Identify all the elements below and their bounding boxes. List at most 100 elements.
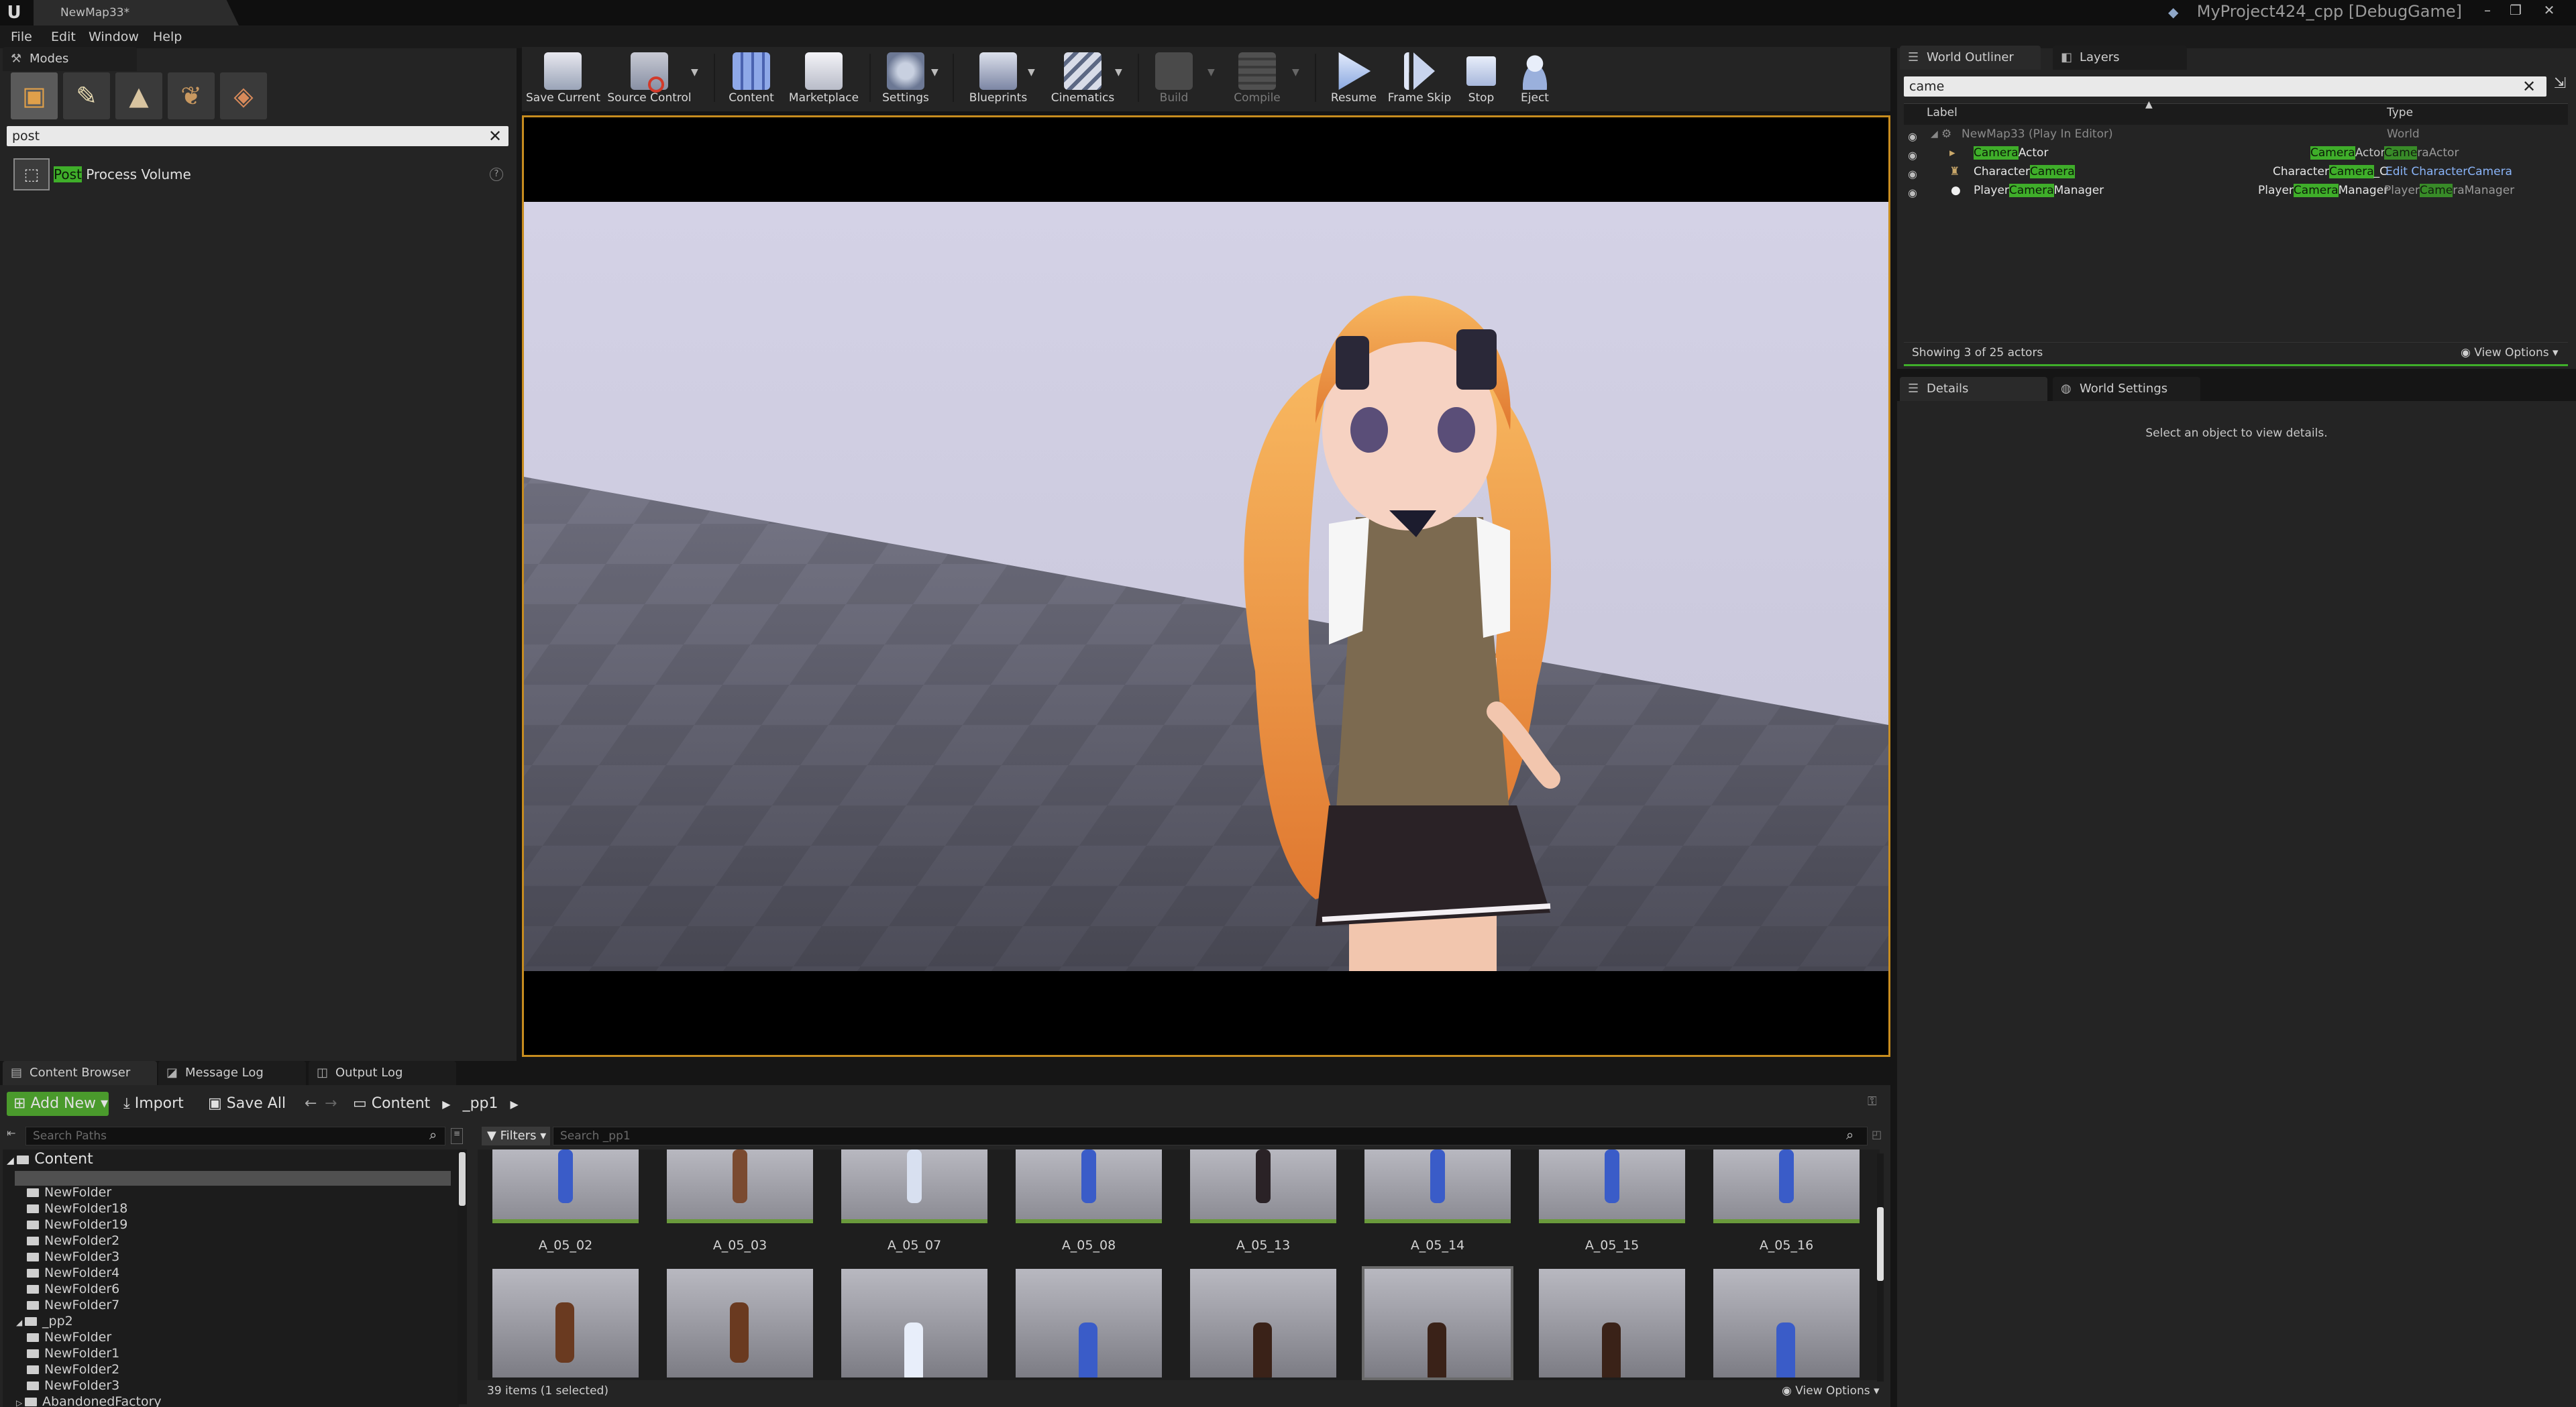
tree-item-folder[interactable]: NewFolder xyxy=(27,1329,111,1345)
viewport-scene[interactable] xyxy=(524,202,1888,971)
asset-thumbnail[interactable] xyxy=(841,1149,987,1223)
selected-folder-row[interactable] xyxy=(15,1171,451,1186)
blueprints-dropdown-icon[interactable]: ▼ xyxy=(1028,67,1035,78)
save-current-button[interactable]: Save Current xyxy=(526,47,600,109)
settings-button[interactable]: Settings xyxy=(875,47,936,109)
tree-item-folder[interactable]: NewFolder18 xyxy=(27,1200,127,1217)
search-paths-input[interactable]: Search Paths xyxy=(25,1127,445,1145)
place-mode-button[interactable]: ▣ xyxy=(11,72,58,119)
lock-icon[interactable]: ⚿ xyxy=(1868,1094,1877,1109)
toggle-sources-icon[interactable]: ⇤ xyxy=(7,1127,16,1140)
breadcrumb-content[interactable]: Content xyxy=(372,1095,431,1112)
column-type[interactable]: Type xyxy=(2387,106,2413,119)
tree-item-folder[interactable]: NewFolder3 xyxy=(27,1377,119,1394)
tab-modes[interactable]: ⚒ Modes xyxy=(3,47,137,71)
restore-icon[interactable]: ❐ xyxy=(2502,1,2529,21)
blueprints-button[interactable]: Blueprints xyxy=(958,47,1038,109)
tree-item-folder[interactable]: NewFolder3 xyxy=(27,1249,119,1265)
tab-message-log[interactable]: ◪ Message Log xyxy=(158,1061,306,1085)
build-dropdown-icon[interactable]: ▼ xyxy=(1208,67,1215,78)
tab-content-browser[interactable]: ▤ Content Browser xyxy=(3,1061,157,1085)
compile-button[interactable]: Compile xyxy=(1222,47,1292,109)
asset-view-options-button[interactable]: ◉ View Options ▾ xyxy=(1782,1384,1880,1398)
content-button[interactable]: Content xyxy=(719,47,784,109)
asset-thumbnail[interactable] xyxy=(492,1269,639,1377)
resume-button[interactable]: Resume xyxy=(1320,47,1387,109)
asset-thumbnail[interactable] xyxy=(1713,1149,1860,1223)
stop-button[interactable]: Stop xyxy=(1453,47,1509,109)
cinematics-button[interactable]: Cinematics xyxy=(1045,47,1120,109)
marketplace-button[interactable]: Marketplace xyxy=(784,47,864,109)
tree-item-abandoned-factory[interactable]: ▷ AbandonedFactory xyxy=(16,1394,162,1407)
asset-thumbnail[interactable] xyxy=(1190,1269,1336,1377)
menu-help[interactable]: Help xyxy=(153,25,182,48)
asset-thumbnail[interactable] xyxy=(1539,1269,1685,1377)
tree-item-folder[interactable]: NewFolder1 xyxy=(27,1345,119,1361)
edit-blueprint-link[interactable]: Edit CharacterCamera xyxy=(2385,162,2512,181)
tree-item-folder[interactable]: NewFolder19 xyxy=(27,1217,127,1233)
filters-button[interactable]: ▼ Filters ▾ xyxy=(482,1127,550,1145)
tree-item-folder[interactable]: NewFolder7 xyxy=(27,1297,119,1313)
minimize-icon[interactable]: – xyxy=(2474,1,2501,21)
build-button[interactable]: Build xyxy=(1143,47,1205,109)
visibility-icon[interactable]: ◉ xyxy=(1908,184,1917,203)
menu-window[interactable]: Window xyxy=(89,25,139,48)
eject-button[interactable]: Eject xyxy=(1507,47,1563,109)
breadcrumb-pp1[interactable]: _pp1 xyxy=(463,1095,498,1112)
tree-item-folder[interactable]: NewFolder xyxy=(27,1184,111,1200)
tree-item-folder[interactable]: NewFolder4 xyxy=(27,1265,119,1281)
outliner-row-player-camera-manager[interactable]: ◉ ● PlayerCameraManager PlayerCameraMana… xyxy=(1904,181,2575,200)
asset-thumbnail[interactable] xyxy=(1713,1269,1860,1377)
compile-dropdown-icon[interactable]: ▼ xyxy=(1292,67,1299,78)
asset-thumbnail[interactable] xyxy=(667,1269,813,1377)
landscape-mode-button[interactable]: ▲ xyxy=(115,72,162,119)
help-icon[interactable]: ? xyxy=(490,168,503,181)
outliner-row-character-camera[interactable]: ◉ ♜ CharacterCamera CharacterCamera_C Ed… xyxy=(1904,162,2575,181)
asset-thumbnail[interactable] xyxy=(841,1269,987,1377)
asset-scrollbar[interactable] xyxy=(1877,1153,1884,1382)
forward-icon[interactable]: → xyxy=(325,1092,337,1116)
save-all-button[interactable]: ▣ Save All xyxy=(208,1092,286,1116)
asset-thumbnail[interactable] xyxy=(667,1149,813,1223)
save-search-icon[interactable]: ◰ xyxy=(1872,1128,1882,1141)
clear-search-icon[interactable]: ✕ xyxy=(2517,76,2541,97)
tab-output-log[interactable]: ◫ Output Log xyxy=(309,1061,456,1085)
close-icon[interactable]: ✕ xyxy=(2536,1,2563,21)
tab-world-outliner[interactable]: ☰ World Outliner xyxy=(1900,46,2041,70)
tab-details[interactable]: ☰ Details xyxy=(1900,377,2047,401)
asset-thumbnail[interactable] xyxy=(1016,1149,1162,1223)
import-button[interactable]: ⤓ Import xyxy=(123,1092,184,1116)
document-tab[interactable]: NewMap33* xyxy=(34,0,239,25)
outliner-row-world[interactable]: ◉ ◢ ⚙ NewMap33 (Play In Editor) World xyxy=(1904,125,2575,144)
foliage-mode-button[interactable]: ❦ xyxy=(168,72,215,119)
frame-skip-button[interactable]: Frame Skip xyxy=(1386,47,1453,109)
sort-icon[interactable]: ▲ xyxy=(2145,99,2153,110)
geometry-mode-button[interactable]: ◈ xyxy=(220,72,267,119)
notification-icon[interactable]: ◆ xyxy=(2168,4,2187,21)
tree-item-folder[interactable]: NewFolder2 xyxy=(27,1361,119,1377)
tree-item-folder[interactable]: NewFolder6 xyxy=(27,1281,119,1297)
post-process-volume-item[interactable]: Post Process Volume xyxy=(54,166,191,182)
tree-item-pp2[interactable]: ◢ _pp2 xyxy=(16,1313,73,1329)
asset-thumbnail[interactable] xyxy=(1190,1149,1336,1223)
outliner-row-camera-actor[interactable]: ◉ ▸ CameraActor CameraActor CameraActor xyxy=(1904,144,2575,162)
tree-scrollbar[interactable] xyxy=(458,1149,467,1404)
expand-icon[interactable]: ◢ xyxy=(1931,125,1938,144)
settings-dropdown-icon[interactable]: ▼ xyxy=(931,67,938,78)
tree-options-icon[interactable]: ≡ xyxy=(451,1128,463,1144)
back-icon[interactable]: ← xyxy=(305,1092,317,1116)
asset-thumbnail[interactable] xyxy=(1364,1149,1511,1223)
menu-file[interactable]: File xyxy=(11,25,32,48)
column-label[interactable]: Label xyxy=(1927,106,1957,119)
search-icon[interactable]: ⌕ xyxy=(1846,1127,1854,1143)
asset-thumbnail[interactable] xyxy=(1362,1266,1513,1380)
post-process-volume-icon[interactable]: ⬚ xyxy=(13,158,50,190)
paint-mode-button[interactable]: ✎ xyxy=(63,72,110,119)
asset-thumbnail[interactable] xyxy=(492,1149,639,1223)
clear-search-icon[interactable]: ✕ xyxy=(484,126,506,146)
add-actor-icon[interactable]: ⇲ xyxy=(2549,75,2571,98)
tree-root-content[interactable]: ◢ Content xyxy=(7,1151,93,1168)
source-control-dropdown-icon[interactable]: ▼ xyxy=(691,67,698,78)
source-control-button[interactable]: Source Control xyxy=(604,47,695,109)
asset-thumbnail[interactable] xyxy=(1539,1149,1685,1223)
